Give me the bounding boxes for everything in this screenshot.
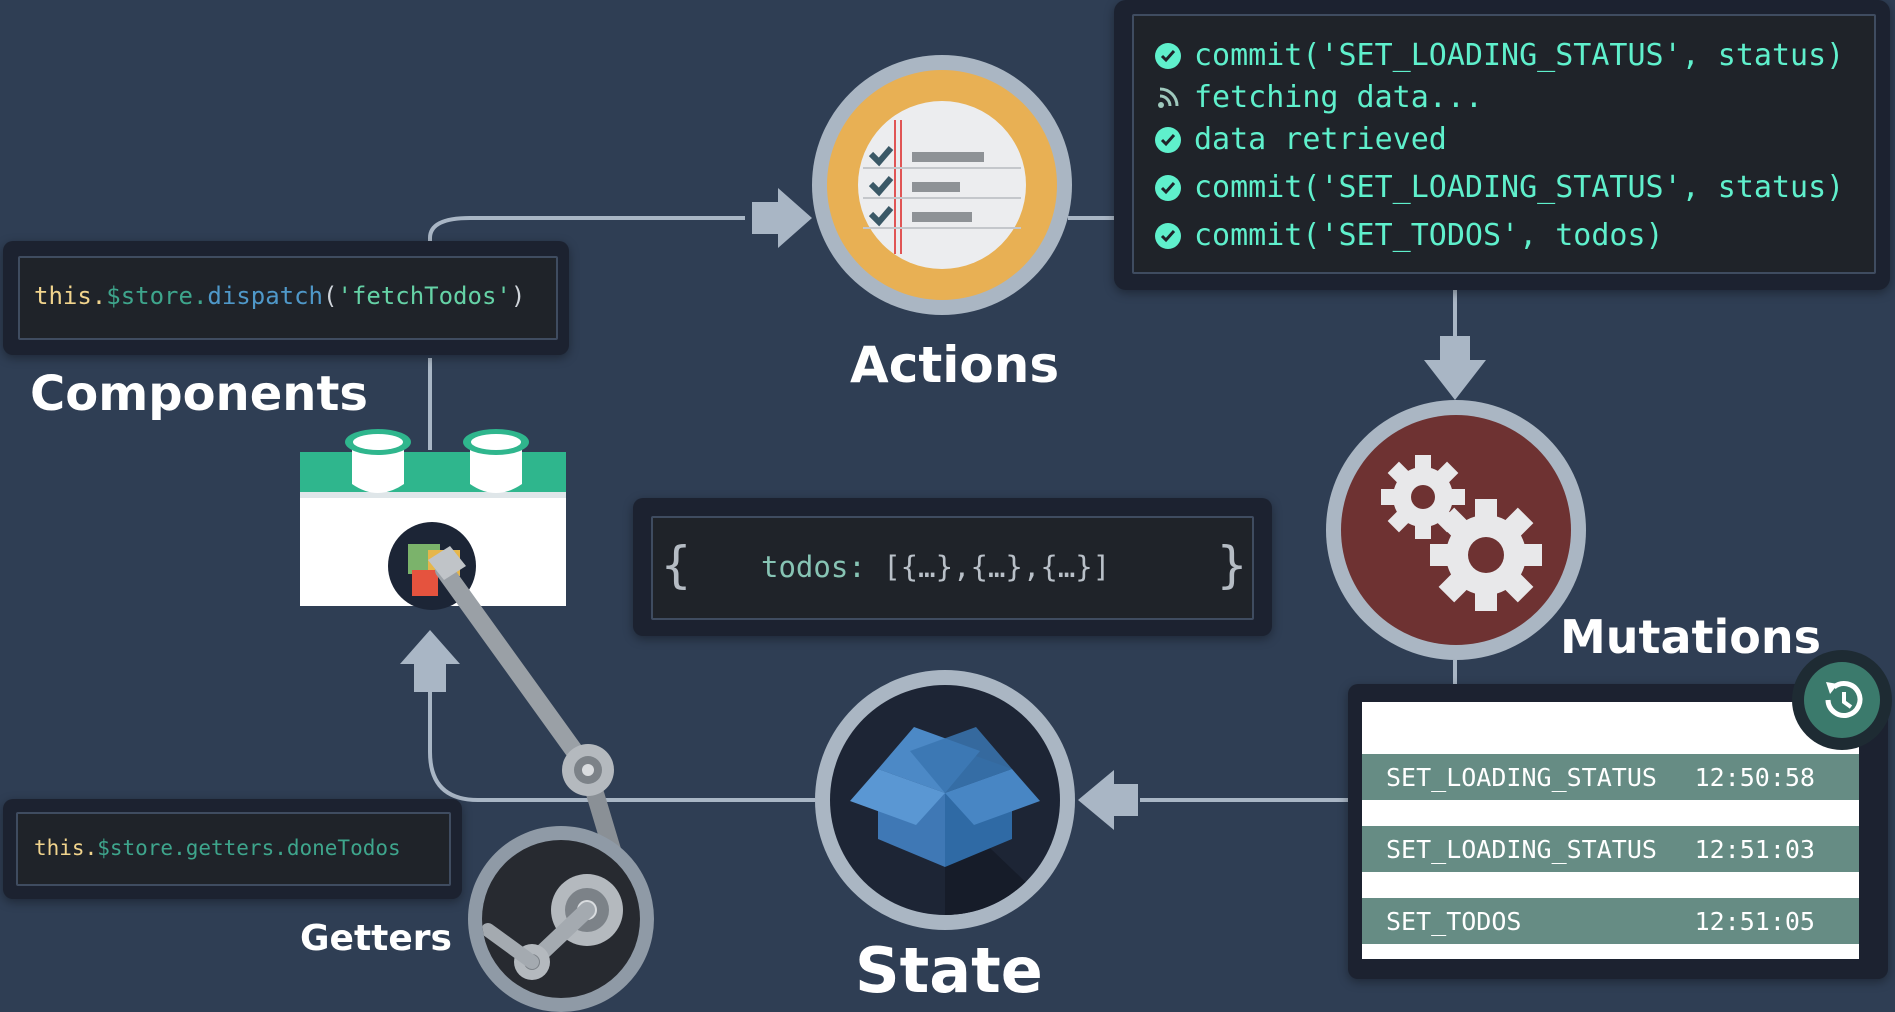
gears-icon <box>1381 455 1542 611</box>
state-brace-close: } <box>1217 536 1248 594</box>
mutation-time-1: 12:50:58 <box>1694 763 1815 792</box>
check-circle-icon <box>1155 223 1181 249</box>
mutations-label: Mutations <box>1560 610 1822 664</box>
history-icon <box>1825 681 1863 718</box>
mutation-name-3: SET_TODOS <box>1386 907 1522 936</box>
box-icon <box>850 727 1060 915</box>
actions-circle-inner <box>827 70 1057 300</box>
log-text-2: fetching data... <box>1194 80 1483 115</box>
code-arg: 'fetchTodos' <box>337 282 511 310</box>
state-key: todos: <box>761 550 884 584</box>
arrow-to-state <box>1078 770 1138 830</box>
mutation-name-2: SET_LOADING_STATUS <box>1386 835 1657 864</box>
actions-label: Actions <box>850 336 1060 394</box>
log-text-4: commit('SET_LOADING_STATUS', status) <box>1194 170 1845 205</box>
action-log-frame: commit('SET_LOADING_STATUS', status) fet… <box>1132 14 1876 274</box>
mutations-circle <box>1326 400 1586 660</box>
signal-icon <box>1158 87 1179 108</box>
history-button[interactable] <box>1792 650 1892 750</box>
dispatch-code-panel: this.$store.dispatch('fetchTodos') <box>3 241 569 355</box>
check-circle-icon <box>1155 175 1181 201</box>
getters-code-panel: this.$store.getters.doneTodos <box>3 799 462 899</box>
state-brace-open: { <box>661 536 692 594</box>
state-code-frame: { todos: [{…},{…},{…}] } <box>651 516 1254 620</box>
arrow-to-mutations <box>1424 336 1486 400</box>
mutation-history-list: SET_LOADING_STATUS 12:50:58 SET_LOADING_… <box>1362 702 1859 959</box>
vuex-flow-diagram: this.$store.dispatch('fetchTodos') Compo… <box>0 0 1895 1012</box>
getters-circle <box>468 826 654 1012</box>
code-store: $store. <box>106 282 208 310</box>
getters-label: Getters <box>300 918 452 959</box>
history-button-inner <box>1804 662 1880 738</box>
getters-code-line: this.$store.getters.doneTodos <box>34 836 401 860</box>
action-log-panel: commit('SET_LOADING_STATUS', status) fet… <box>1114 0 1890 290</box>
arrow-to-actions <box>752 188 812 248</box>
components-label: Components <box>30 366 368 422</box>
mutation-row-3[interactable]: SET_TODOS 12:51:05 <box>1362 898 1859 944</box>
mutation-time-2: 12:51:03 <box>1694 835 1815 864</box>
action-log-list: commit('SET_LOADING_STATUS', status) fet… <box>1154 16 1874 272</box>
code-paren-open: ( <box>323 282 338 310</box>
check-circle-icon <box>1155 127 1181 153</box>
state-code-line: todos: [{…},{…},{…}] <box>761 550 1110 584</box>
code-paren-close: ) <box>510 282 526 310</box>
gear-arm-icon <box>482 874 623 980</box>
log-text-1: commit('SET_LOADING_STATUS', status) <box>1194 38 1845 73</box>
state-circle <box>815 670 1075 930</box>
state-label: State <box>855 934 1043 1007</box>
mutation-time-3: 12:51:05 <box>1694 907 1815 936</box>
mutations-circle-inner <box>1341 415 1571 645</box>
mutation-name-1: SET_LOADING_STATUS <box>1386 763 1657 792</box>
actions-circle <box>812 55 1072 315</box>
log-text-3: data retrieved <box>1194 122 1447 157</box>
check-circle-icon <box>1155 43 1181 69</box>
state-circle-inner <box>830 685 1060 915</box>
dispatch-code-line: this.$store.dispatch('fetchTodos') <box>34 282 525 310</box>
code-method: dispatch <box>207 282 323 310</box>
mutation-row-2[interactable]: SET_LOADING_STATUS 12:51:03 <box>1362 826 1859 872</box>
checklist-icon <box>858 101 1026 269</box>
state-value: [{…},{…},{…}] <box>883 550 1111 584</box>
log-text-5: commit('SET_TODOS', todos) <box>1194 218 1664 253</box>
state-code-panel: { todos: [{…},{…},{…}] } <box>633 498 1272 636</box>
mutation-row-1[interactable]: SET_LOADING_STATUS 12:50:58 <box>1362 754 1859 800</box>
code-this: this. <box>34 282 107 310</box>
getters-code-frame: this.$store.getters.doneTodos <box>16 812 451 886</box>
dispatch-code-frame: this.$store.dispatch('fetchTodos') <box>18 256 558 340</box>
getter-rest: $store.getters.doneTodos <box>97 836 401 860</box>
getters-circle-inner <box>482 840 640 998</box>
getter-this: this. <box>34 836 98 860</box>
